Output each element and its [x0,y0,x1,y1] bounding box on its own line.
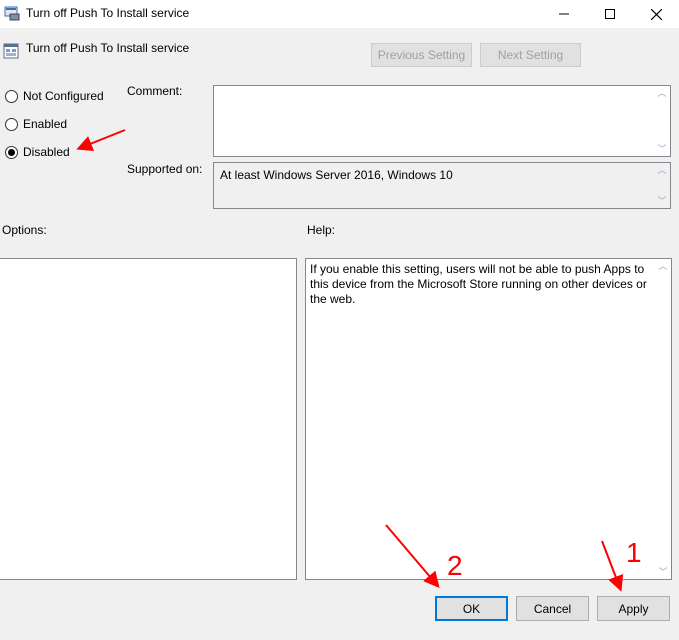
comment-label: Comment: [127,84,183,98]
minimize-icon [559,13,569,15]
ok-button[interactable]: OK [435,596,508,621]
policy-setting-icon [3,43,19,59]
group-policy-app-icon [4,6,20,21]
scroll-down-icon[interactable]: ﹀ [658,565,667,579]
radio-circle-selected[interactable] [5,145,18,159]
scroll-up-icon[interactable]: ︿ [657,163,666,177]
annotation-step-1: 1 [626,537,642,568]
policy-name: Turn off Push To Install service [26,41,190,55]
radio-label: Not Configured [23,89,104,103]
radio-disabled[interactable]: Disabled [5,143,70,161]
previous-setting-button[interactable]: Previous Setting [371,43,472,67]
annotation-arrow-disabled [76,129,126,151]
help-text: If you enable this setting, users will n… [310,262,647,306]
help-label: Help: [307,223,336,237]
close-button[interactable] [633,0,679,28]
scroll-down-icon[interactable]: ﹀ [657,142,666,156]
radio-not-configured[interactable]: Not Configured [5,87,104,105]
options-panel [0,258,297,580]
comment-scrollbar[interactable]: ︿ ﹀ [654,86,670,156]
close-icon [650,8,662,20]
supported-on-label: Supported on: [127,162,203,176]
radio-circle[interactable] [5,89,18,103]
maximize-button[interactable] [587,0,633,28]
comment-textarea[interactable]: ︿ ﹀ [213,85,671,157]
maximize-icon [605,9,615,19]
options-label: Options: [2,223,47,237]
supported-on-text: At least Windows Server 2016, Windows 10 [220,168,453,182]
scroll-down-icon[interactable]: ﹀ [657,194,666,208]
supported-on-box: At least Windows Server 2016, Windows 10… [213,162,671,209]
minimize-button[interactable] [541,0,587,28]
help-scrollbar[interactable]: ︿ ﹀ [655,259,671,579]
next-setting-button[interactable]: Next Setting [480,43,581,67]
annotation-step-2: 2 [447,550,463,581]
radio-label: Disabled [23,145,70,159]
scroll-up-icon[interactable]: ︿ [657,86,666,100]
title-bar: Turn off Push To Install service [0,0,679,28]
scroll-up-icon[interactable]: ︿ [658,259,667,273]
window-title: Turn off Push To Install service [26,6,190,20]
help-panel: If you enable this setting, users will n… [305,258,672,580]
supported-scrollbar[interactable]: ︿ ﹀ [654,163,670,208]
cancel-button[interactable]: Cancel [516,596,589,621]
radio-circle[interactable] [5,117,18,131]
apply-button[interactable]: Apply [597,596,670,621]
radio-label: Enabled [23,117,68,131]
radio-enabled[interactable]: Enabled [5,115,67,133]
